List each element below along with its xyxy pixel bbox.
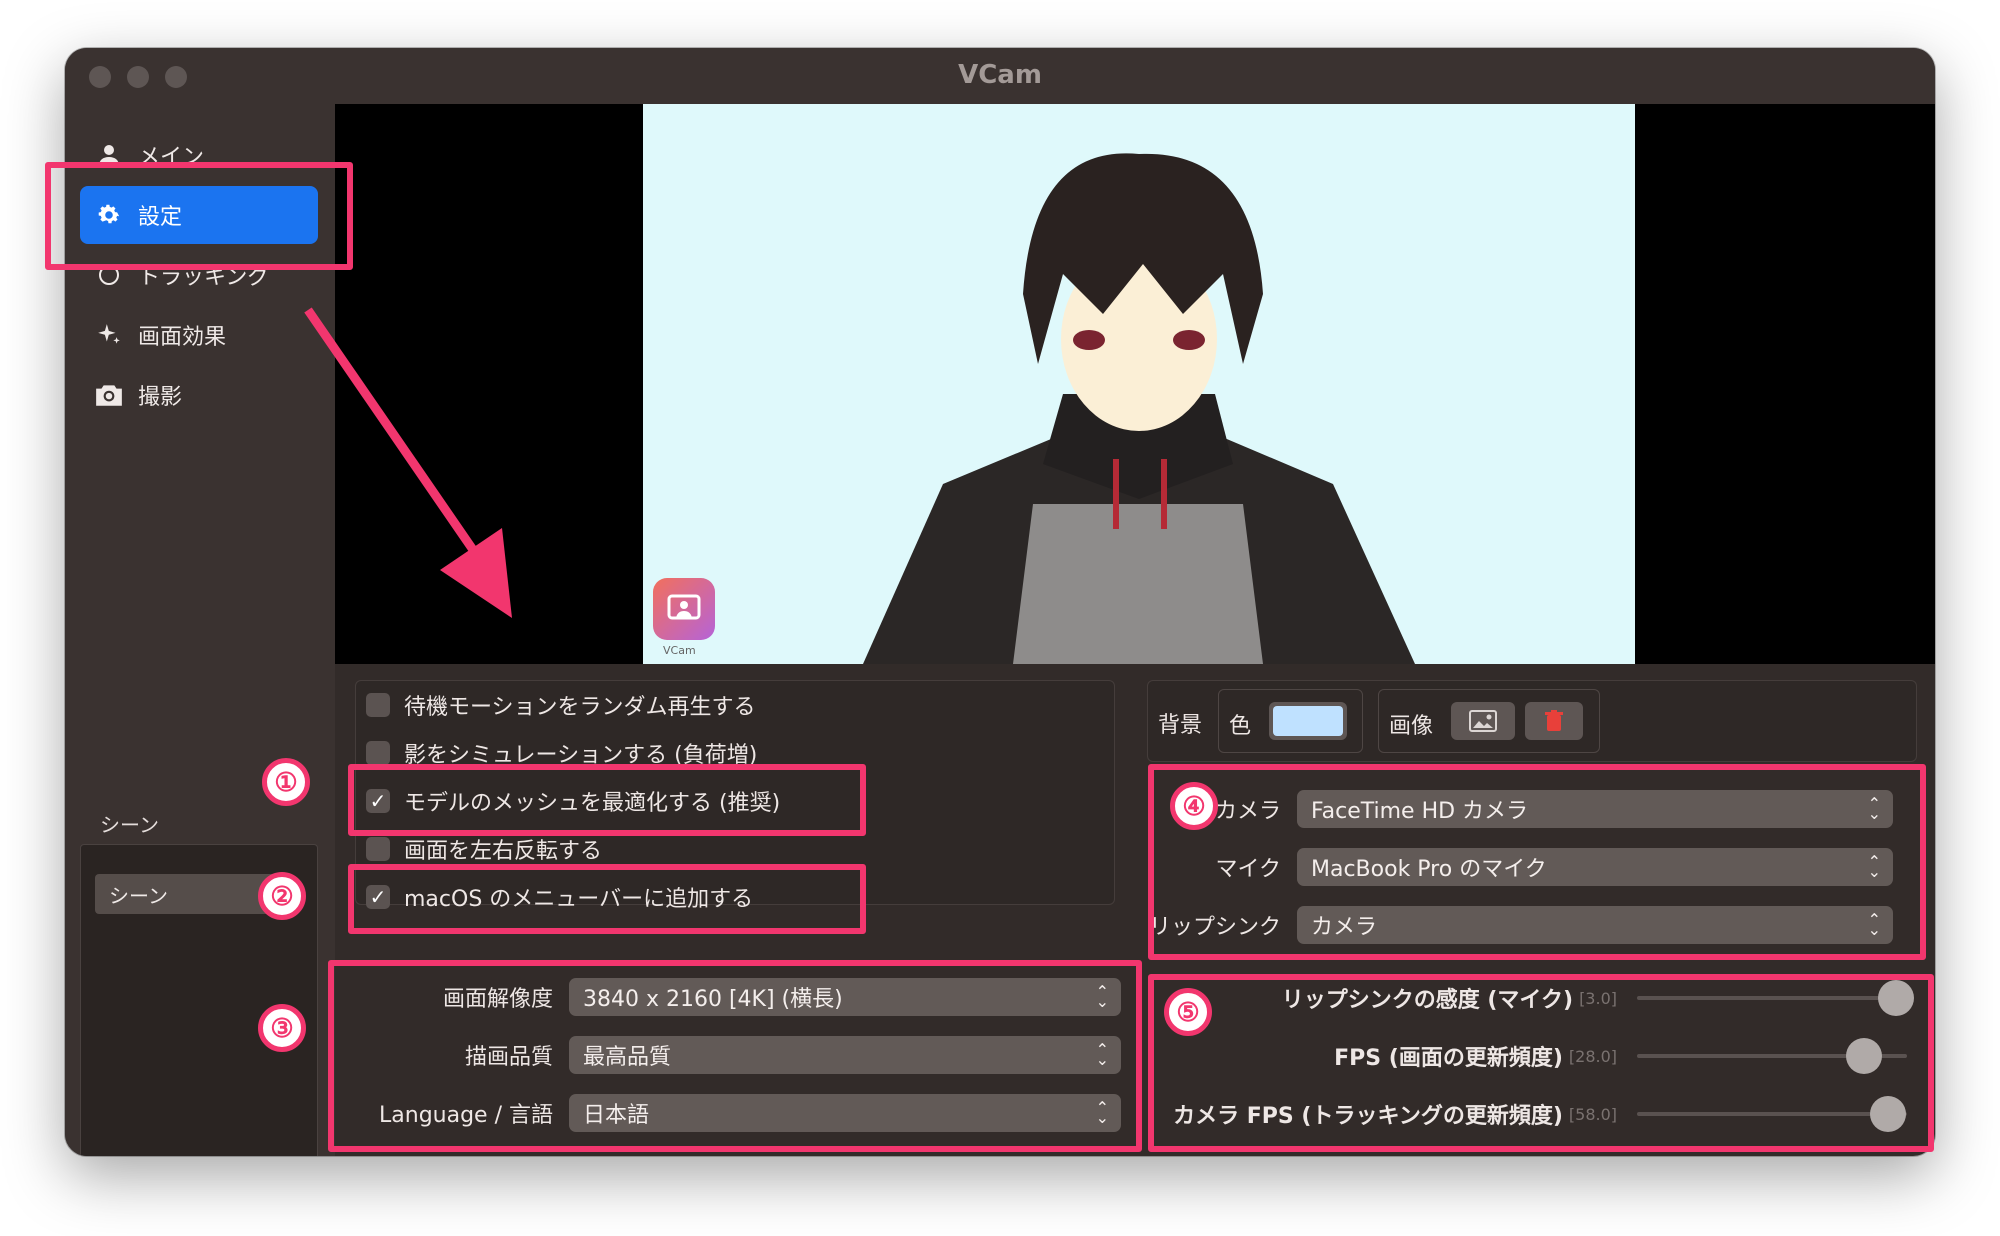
option-label: 待機モーションをランダム再生する <box>404 695 756 720</box>
highlight-option-2 <box>348 864 866 934</box>
annotation-badge-5: ⑤ <box>1164 988 1212 1036</box>
window-title: VCam <box>958 60 1042 90</box>
option-mirror[interactable]: 画面を左右反転する <box>366 833 602 865</box>
background-panel: 背景 色 画像 <box>1147 680 1917 762</box>
checkbox[interactable] <box>366 693 390 717</box>
highlight-sliders <box>1148 974 1934 1152</box>
sparkle-icon <box>94 320 124 350</box>
color-group: 色 <box>1218 689 1363 753</box>
annotation-badge-3: ③ <box>258 1004 306 1052</box>
option-label: 画面を左右反転する <box>404 839 603 864</box>
image-label: 画像 <box>1389 714 1434 739</box>
color-swatch <box>1273 706 1343 736</box>
vcam-logo <box>653 578 715 640</box>
avatar-figure <box>863 153 1415 664</box>
scene-section-label: シーン <box>100 813 159 837</box>
scene-controls: + − ∧ ∨ <box>87 1152 247 1156</box>
vcam-logo-text: VCam <box>663 644 696 657</box>
delete-image-button[interactable] <box>1525 702 1583 740</box>
image-group: 画像 <box>1378 689 1600 753</box>
trash-icon <box>1545 710 1563 731</box>
color-label: 色 <box>1229 714 1252 739</box>
choose-image-button[interactable] <box>1451 702 1515 740</box>
image-icon <box>1469 710 1497 732</box>
move-scene-up-button[interactable]: ∧ <box>181 1152 203 1156</box>
option-random-idle[interactable]: 待機モーションをランダム再生する <box>366 689 756 721</box>
highlight-devices <box>1148 764 1926 960</box>
sidebar-item-effects[interactable]: 画面効果 <box>80 306 318 364</box>
sidebar-item-label: 撮影 <box>138 385 183 410</box>
annotation-badge-2: ② <box>258 872 306 920</box>
highlight-option-1 <box>348 764 866 836</box>
annotation-arrow <box>304 307 512 618</box>
background-label: 背景 <box>1158 713 1203 738</box>
annotation-badge-4: ④ <box>1170 782 1218 830</box>
sidebar-item-label: 画面効果 <box>138 325 227 350</box>
move-scene-down-button[interactable]: ∨ <box>225 1152 247 1156</box>
highlight-settings <box>45 162 353 270</box>
scene-list-item[interactable]: シーン <box>95 874 275 914</box>
highlight-display <box>328 960 1142 1152</box>
title-bar: VCam <box>65 48 1935 104</box>
add-scene-button[interactable]: + <box>87 1152 112 1156</box>
annotation-badge-1: ① <box>262 758 310 806</box>
camera-icon <box>94 380 124 410</box>
sidebar-item-capture[interactable]: 撮影 <box>80 366 318 424</box>
checkbox[interactable] <box>366 741 390 765</box>
avatar-preview[interactable] <box>643 104 1635 664</box>
remove-scene-button[interactable]: − <box>134 1152 159 1156</box>
checkbox[interactable] <box>366 837 390 861</box>
color-well[interactable] <box>1269 702 1347 740</box>
